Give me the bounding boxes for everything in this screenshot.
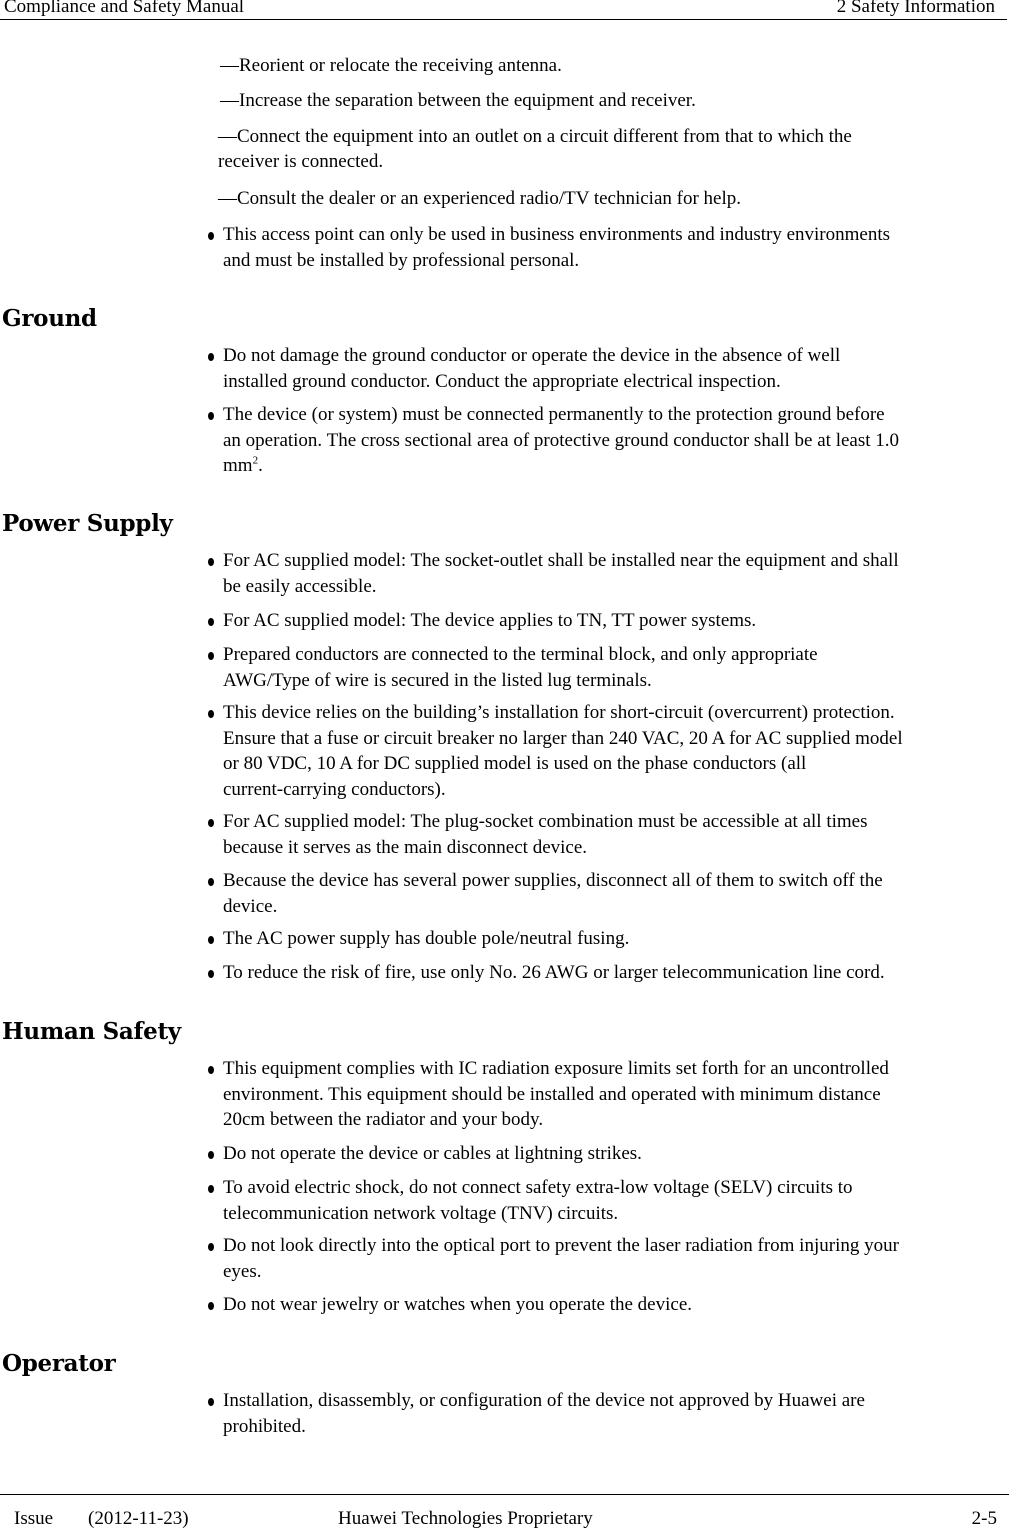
page-footer: Issue (2012-11-23) Huawei Technologies P… [0,1494,1009,1531]
dash-item-text-continued: receiver is connected. [218,151,384,172]
issue-label: Issue [14,1508,54,1529]
chapter-title: 2 Safety Information [836,0,995,17]
dash-item: —Increase the separation between the equ… [220,88,696,113]
bullet-icon [208,353,214,361]
dash-marker: — [218,188,237,209]
document-title: Compliance and Safety Manual [4,0,245,17]
dash-item-text: Increase the separation between the equi… [239,90,696,111]
dash-marker: — [218,126,237,147]
bullet-icon [208,232,214,240]
dash-item: —Connect the equipment into an outlet on… [218,124,852,174]
bullet-icon [208,936,214,944]
dash-marker: — [220,55,239,76]
section-heading-human-safety: Human Safety [2,1018,181,1045]
dash-item: —Consult the dealer or an experienced ra… [218,186,741,211]
bullet-icon [208,1302,214,1310]
page-number: 2-5 [971,1508,997,1529]
dash-item: —Reorient or relocate the receiving ante… [220,53,562,78]
bullet-icon [208,618,214,626]
bullet-icon [208,1185,214,1193]
bullet-icon [208,819,214,827]
section-heading-operator: Operator [2,1350,116,1377]
bullet-icon [208,1066,214,1074]
section-heading-power-supply: Power Supply [2,510,173,537]
proprietary-notice: Huawei Technologies Proprietary [338,1508,593,1529]
bullet-icon [208,878,214,886]
bullet-icon [208,970,214,978]
bullet-icon [208,558,214,566]
section-heading-ground: Ground [2,305,97,332]
bullet-icon [208,412,214,420]
dash-item-text: Reorient or relocate the receiving anten… [239,55,562,76]
bullet-icon [208,1151,214,1159]
issue-date: (2012-11-23) [88,1508,189,1529]
dash-item-text: Connect the equipment into an outlet on … [237,126,852,147]
bullet-icon [208,1243,214,1251]
bullet-icon [208,1398,214,1406]
bullet-icon [208,652,214,660]
page-header: Compliance and Safety Manual 2 Safety In… [0,0,1007,20]
bullet-icon [208,710,214,718]
dash-marker: — [220,90,239,111]
dash-item-text: Consult the dealer or an experienced rad… [237,188,742,209]
